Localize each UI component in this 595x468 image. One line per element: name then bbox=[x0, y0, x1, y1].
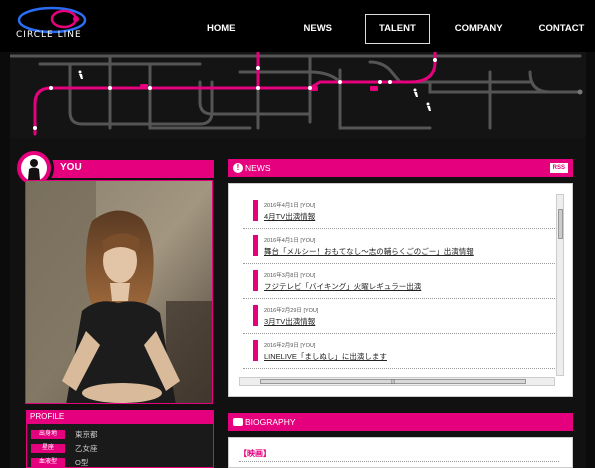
news-item[interactable]: 2016年4月1日 [YOU] 舞台「メルシー！おもてなし～志の輔らくごのごー」… bbox=[243, 229, 555, 264]
speech-bubble-icon bbox=[233, 418, 243, 426]
site-header: CIRCLE LINE HOME NEWS TALENT LIST COMPAN… bbox=[0, 0, 595, 62]
news-link[interactable]: LINELIVE「ましぬし」に出演します bbox=[264, 351, 387, 362]
news-title: NEWS bbox=[245, 163, 271, 173]
news-item[interactable]: 2016年3月8日 [YOU] フジテレビ「バイキング」火曜レギュラー出演 bbox=[243, 264, 555, 299]
news-marker bbox=[253, 305, 258, 326]
news-marker bbox=[253, 200, 258, 221]
profile-row: 星座 乙女座 bbox=[31, 443, 98, 453]
alert-icon: ! bbox=[233, 163, 243, 173]
talent-profile: YOU PROFILE 出身地 東京都 星座 乙女座 血液型 O型 bbox=[14, 148, 214, 468]
talent-name: YOU bbox=[60, 162, 82, 173]
profile-row: 血液型 O型 bbox=[31, 457, 88, 467]
profile-key: 出身地 bbox=[31, 429, 65, 439]
logo-text: CIRCLE LINE bbox=[16, 30, 82, 40]
news-marker bbox=[253, 235, 258, 256]
news-link[interactable]: フジテレビ「バイキング」火曜レギュラー出演 bbox=[264, 281, 421, 292]
rss-button[interactable]: RSS bbox=[549, 163, 568, 173]
news-item[interactable]: 2016年4月1日 [YOU] 4月TV出演情報 bbox=[243, 194, 555, 229]
news-marker bbox=[253, 270, 258, 291]
news-item[interactable]: 2016年2月9日 [YOU] LINELIVE「ましぬし」に出演します bbox=[243, 334, 555, 369]
scrollbar-thumb[interactable]: ||| bbox=[260, 379, 526, 385]
news-date: 2016年3月8日 [YOU] bbox=[264, 273, 316, 279]
profile-heading: PROFILE bbox=[26, 410, 214, 424]
main-nav: HOME NEWS TALENT LIST COMPANY CONTACT bbox=[196, 14, 595, 62]
nav-home[interactable]: HOME bbox=[196, 14, 247, 44]
biography-title: BIOGRAPHY bbox=[245, 417, 296, 427]
subway-lines bbox=[10, 52, 583, 136]
nav-contact[interactable]: CONTACT bbox=[528, 14, 595, 44]
profile-row: 出身地 東京都 bbox=[31, 429, 98, 439]
divider bbox=[239, 461, 559, 462]
nav-company[interactable]: COMPANY bbox=[444, 14, 514, 44]
news-marker bbox=[253, 340, 258, 361]
news-date: 2016年4月1日 [YOU] bbox=[264, 203, 316, 209]
news-heading-bar: ! NEWS RSS bbox=[228, 159, 573, 177]
news-horizontal-scrollbar[interactable]: ||| bbox=[239, 377, 555, 386]
scrollbar-thumb[interactable] bbox=[558, 209, 563, 239]
nav-talent-list[interactable]: TALENT LIST bbox=[365, 14, 430, 62]
biography-heading-bar: BIOGRAPHY bbox=[228, 413, 573, 431]
news-link[interactable]: 舞台「メルシー！おもてなし～志の輔らくごのごー」出演情報 bbox=[264, 246, 474, 257]
walker-icons bbox=[78, 70, 431, 111]
profile-table: 出身地 東京都 星座 乙女座 血液型 O型 bbox=[26, 424, 214, 468]
profile-key: 血液型 bbox=[31, 457, 65, 467]
news-list[interactable]: 2016年4月1日 [YOU] 4月TV出演情報 2016年4月1日 [YOU]… bbox=[243, 194, 555, 378]
news-item[interactable]: 2016年2月29日 [YOU] 3月TV出演情報 bbox=[243, 299, 555, 334]
biography-panel: 【映画】 bbox=[228, 437, 573, 468]
news-date: 2016年2月29日 [YOU] bbox=[264, 308, 319, 314]
news-link[interactable]: 3月TV出演情報 bbox=[264, 316, 315, 327]
talent-photo bbox=[25, 180, 213, 404]
profile-key: 星座 bbox=[31, 443, 65, 453]
news-date: 2016年2月9日 [YOU] bbox=[264, 343, 316, 349]
biography-film-heading: 【映画】 bbox=[239, 449, 271, 458]
news-panel: 2016年4月1日 [YOU] 4月TV出演情報 2016年4月1日 [YOU]… bbox=[228, 183, 573, 397]
news-link[interactable]: 4月TV出演情報 bbox=[264, 211, 315, 222]
profile-value: 乙女座 bbox=[75, 443, 98, 453]
talent-name-bar: YOU bbox=[26, 160, 214, 178]
subway-map bbox=[10, 52, 586, 138]
news-vertical-scrollbar[interactable] bbox=[556, 194, 564, 376]
profile-value: 東京都 bbox=[75, 429, 98, 439]
nav-news[interactable]: NEWS bbox=[293, 14, 344, 44]
news-date: 2016年4月1日 [YOU] bbox=[264, 238, 316, 244]
profile-value: O型 bbox=[75, 457, 89, 467]
